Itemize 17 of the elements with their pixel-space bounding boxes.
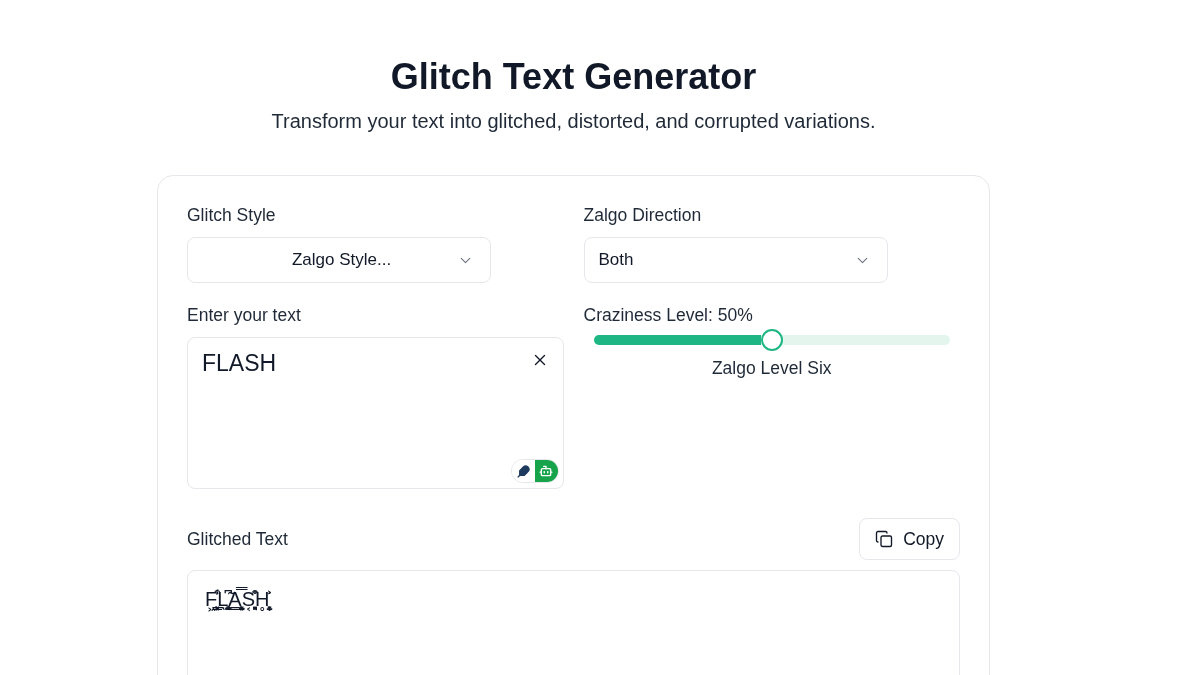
field-label: Enter your text — [187, 305, 302, 325]
slider-caption: Zalgo Level Six — [711, 358, 832, 378]
output-label: Glitched Text — [187, 529, 288, 549]
field-label: Zalgo Direction — [583, 205, 703, 225]
zalgo-direction-select[interactable]: Both — [583, 237, 888, 283]
field-label: Glitch Style — [187, 205, 277, 225]
slider-label: Craziness Level: 50% — [583, 305, 754, 325]
copy-icon — [875, 530, 894, 548]
text-input-field[interactable]: FLASH — [187, 337, 564, 489]
glitch-style-select[interactable]: Zalgo Style... — [187, 237, 491, 283]
glitched-text: F͖͙͓͕͇̾͒L̖̫̥͈͔̤̃͆A͇̮̤̹͙͓̖̿S͔͉̟͈͒̑H̥͎̤͓̦͐̇ͅ — [203, 579, 272, 633]
slider-thumb[interactable] — [760, 329, 783, 351]
page-title: Glitch Text Generator — [390, 56, 757, 98]
robot-icon — [539, 464, 553, 478]
feather-icon — [516, 464, 530, 478]
copy-button[interactable]: Copy — [859, 518, 960, 560]
page-subtitle: Transform your text into glitched, distorted, and corrupted variations. — [271, 109, 876, 133]
